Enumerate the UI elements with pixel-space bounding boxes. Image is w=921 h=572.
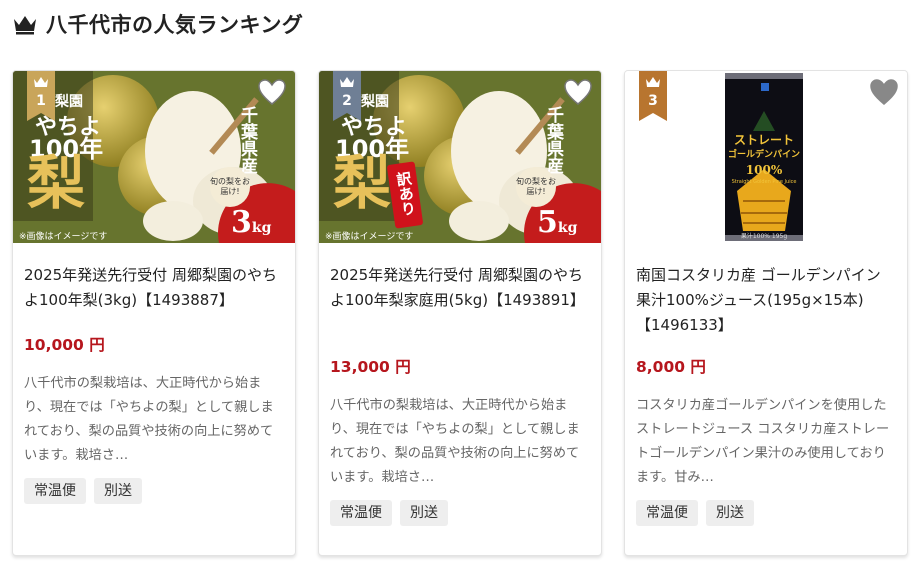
can-subtitle: Straight Golden Pine Juice bbox=[731, 179, 797, 185]
can-line1: ストレート bbox=[733, 133, 794, 147]
rank-badge: 3 bbox=[639, 71, 667, 121]
ranking-card-3[interactable]: ストレート ゴールデンパイン 100% Straight Golden Pine… bbox=[624, 70, 908, 556]
product-description: 八千代市の梨栽培は、大正時代から始まり、現在では「やちよの梨」として親しまれてお… bbox=[330, 398, 580, 485]
tag-list: 常温便 別送 bbox=[24, 478, 142, 504]
brand-text: 梨園 bbox=[55, 94, 83, 110]
rank-badge: 2 bbox=[333, 71, 361, 121]
prefecture-text: 千葉県産 bbox=[543, 106, 563, 174]
weight-label: 5kg bbox=[537, 205, 578, 240]
tag-list: 常温便 別送 bbox=[636, 500, 754, 526]
tag-list: 常温便 別送 bbox=[330, 500, 448, 526]
tag-shipping-temp: 常温便 bbox=[24, 478, 86, 504]
product-image[interactable]: 梨園 やちよ 100年 梨 千葉県産 3kg 旬の梨をお届け! ※画像はイメージ… bbox=[13, 71, 295, 243]
product-image[interactable]: ストレート ゴールデンパイン 100% Straight Golden Pine… bbox=[625, 71, 907, 243]
rank-badge: 1 bbox=[27, 71, 55, 121]
seal-badge: 旬の梨をお届け! bbox=[516, 167, 556, 207]
seal-badge: 旬の梨をお届け! bbox=[210, 167, 250, 207]
prefecture-text: 千葉県産 bbox=[237, 106, 257, 174]
weight-label: 3kg bbox=[231, 205, 272, 240]
tag-shipping-temp: 常温便 bbox=[330, 500, 392, 526]
image-note: ※画像はイメージです bbox=[325, 232, 414, 242]
product-name[interactable]: 2025年発送先行受付 周郷梨園のやちよ100年梨(3kg)【1493887】 bbox=[24, 263, 286, 313]
ranking-card-1[interactable]: 梨園 やちよ 100年 梨 千葉県産 3kg 旬の梨をお届け! ※画像はイメージ… bbox=[12, 70, 296, 556]
nashi-text: 梨 bbox=[333, 149, 392, 217]
product-price: 10,000 円 bbox=[24, 336, 105, 354]
tag-shipping-temp: 常温便 bbox=[636, 500, 698, 526]
favorite-heart-icon[interactable] bbox=[869, 78, 899, 106]
product-image[interactable]: 梨園 やちよ 100年 梨 訳あり 千葉県産 5kg 旬の梨をお届け! ※画像は… bbox=[319, 71, 601, 243]
product-price: 8,000 円 bbox=[636, 358, 706, 376]
can-percent: 100% bbox=[745, 163, 783, 177]
product-name[interactable]: 南国コスタリカ産 ゴールデンパイン 果汁100%ジュース(195g×15本)【1… bbox=[636, 263, 898, 338]
favorite-heart-icon[interactable] bbox=[257, 78, 287, 106]
can-footer: 果汁100% 195g bbox=[740, 233, 788, 240]
product-description: コスタリカ産ゴールデンパインを使用したストレートジュース コスタリカ産ストレート… bbox=[636, 398, 890, 485]
tag-separate: 別送 bbox=[706, 500, 754, 526]
section-title: 八千代市の人気ランキング bbox=[46, 13, 304, 37]
favorite-heart-icon[interactable] bbox=[563, 78, 593, 106]
can-line2: ゴールデンパイン bbox=[727, 150, 800, 160]
product-price: 13,000 円 bbox=[330, 358, 411, 376]
image-note: ※画像はイメージです bbox=[19, 232, 108, 242]
nashi-text: 梨 bbox=[27, 149, 86, 217]
tag-separate: 別送 bbox=[94, 478, 142, 504]
brand-text: 梨園 bbox=[361, 94, 389, 110]
product-description: 八千代市の梨栽培は、大正時代から始まり、現在では「やちよの梨」として親しまれてお… bbox=[24, 376, 274, 463]
ranking-card-2[interactable]: 梨園 やちよ 100年 梨 訳あり 千葉県産 5kg 旬の梨をお届け! ※画像は… bbox=[318, 70, 602, 556]
product-name[interactable]: 2025年発送先行受付 周郷梨園のやちよ100年梨家庭用(5kg)【149389… bbox=[330, 263, 592, 313]
crown-icon bbox=[14, 16, 36, 35]
tag-separate: 別送 bbox=[400, 500, 448, 526]
section-header: 八千代市の人気ランキング bbox=[12, 8, 303, 40]
